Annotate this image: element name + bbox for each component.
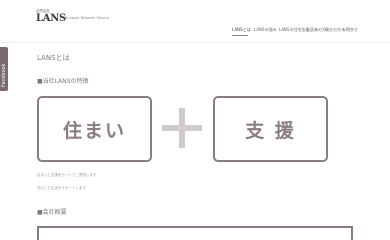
nav-item-about[interactable]: LANSとは [232,27,251,35]
plus-icon [162,108,202,148]
description-line-1: 住まいと支援をセットでご提供します [37,173,97,177]
nav-item-housing-support[interactable]: LANSの住宅支援 [279,27,310,35]
company-info-box [37,226,353,240]
support-box: 支 援 [213,96,328,162]
housing-box: 住まい [37,96,152,162]
section-title-company: ■会社概要 [37,209,67,216]
site-header: 合同会社 LANS Life Assist Network Service LA… [0,0,390,43]
page: 合同会社 LANS Life Assist Network Service LA… [0,0,390,240]
nav-item-strengths[interactable]: LANSの強み [254,27,277,35]
logo-tagline: Life Assist Network Service [62,16,110,20]
facebook-side-tab[interactable]: Facebook [0,47,8,91]
section-title-features: ■当社LANSの特徴 [37,78,89,85]
nav-active-indicator [232,35,248,36]
nav-item-contact[interactable]: お問合せ [342,27,358,35]
page-title: LANSとは [37,54,70,62]
facebook-side-tab-label: Facebook [1,63,7,88]
description-line-2: 安心した生活をサポートします [37,186,86,190]
